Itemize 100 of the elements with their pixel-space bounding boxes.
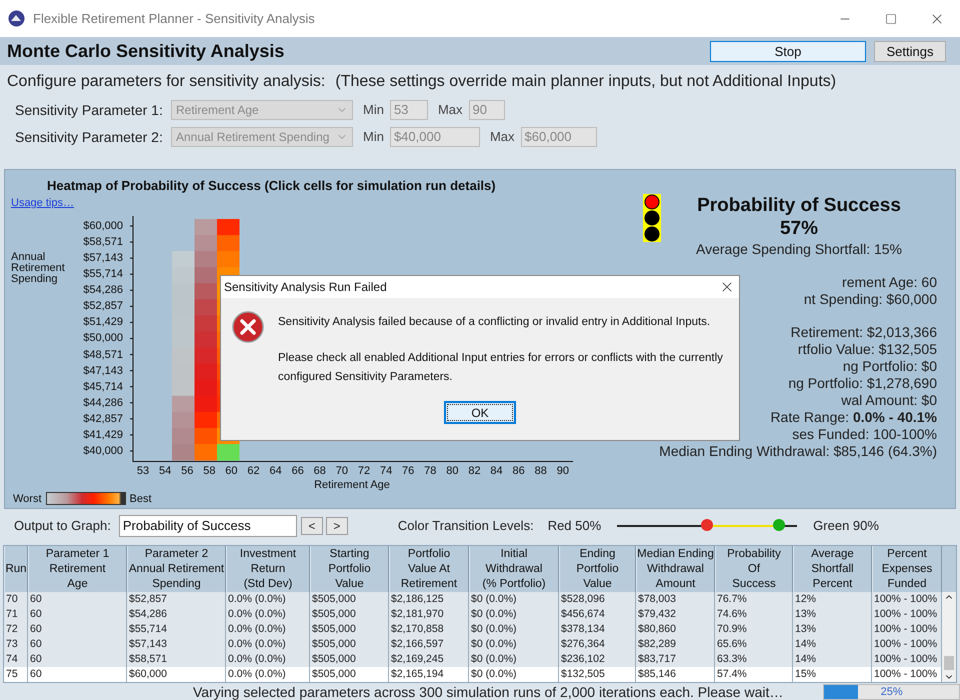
y-tick-label: $58,571 <box>83 235 123 250</box>
legend-high-label: Best <box>130 492 152 504</box>
previous-button[interactable]: < <box>300 516 323 534</box>
heatmap-cell[interactable] <box>172 444 194 461</box>
x-tick-label: 82 <box>467 465 482 477</box>
x-tick-label: 76 <box>401 465 416 477</box>
heatmap-cell[interactable] <box>194 219 217 236</box>
y-tick-label: $57,143 <box>83 251 123 266</box>
config-note: (These settings override main planner inputs, but not Additional Inputs) <box>335 73 836 91</box>
x-tick-label: 54 <box>158 465 172 477</box>
legend-low-label: Worst <box>13 492 42 504</box>
heatmap-cell[interactable] <box>194 380 217 396</box>
scrollbar[interactable] <box>942 592 956 682</box>
table-row[interactable]: 75 60 $60,000 0.0% (0.0%) $505,000 $2,165,194 $0 (0.0%) $132,505 $85,146 57.4% 15% 100% - 100% <box>4 667 942 682</box>
table-row[interactable]: 71 60 $54,286 0.0% (0.0%) $505,000 $2,181,970 $0 (0.0%) $456,674 $79,432 74.6% 13% 100% - 100% <box>4 607 942 622</box>
heatmap-cell[interactable] <box>217 235 240 252</box>
x-tick-label: 86 <box>512 465 526 477</box>
settings-button[interactable]: Settings <box>874 40 946 62</box>
heatmap-cell[interactable] <box>194 235 217 252</box>
x-tick-label: 78 <box>423 465 438 477</box>
y-tick-label: $52,857 <box>83 299 123 314</box>
panel-title: Monte Carlo Sensitivity Analysis <box>7 40 284 62</box>
output-selector[interactable]: Probability of Success <box>118 514 297 536</box>
usage-tips-link[interactable]: Usage tips… <box>11 197 74 209</box>
heatmap-cell[interactable] <box>194 315 217 332</box>
y-tick-label: $44,286 <box>83 396 123 411</box>
stop-button[interactable]: Stop <box>710 40 866 62</box>
table-cell: $505,000 <box>310 667 389 682</box>
heatmap-cell[interactable] <box>194 332 217 348</box>
x-tick-label: 74 <box>378 465 394 477</box>
table-cell: 75 <box>4 667 28 682</box>
y-tick-label: $45,714 <box>83 380 123 395</box>
stat-line: nt Spending: $60,000 <box>804 291 937 308</box>
heatmap-cell[interactable] <box>172 267 194 284</box>
heatmap-cell[interactable] <box>194 251 217 268</box>
stat-line: Median Ending Withdrawal: $85,146 (64.3%) <box>659 443 937 460</box>
heatmap-cell[interactable] <box>172 332 194 348</box>
heatmap-cell[interactable] <box>194 267 217 284</box>
heatmap-cell[interactable] <box>194 412 217 428</box>
app-logo-icon <box>8 10 25 27</box>
stat-line: Retirement: $2,013,366 <box>790 324 937 341</box>
y-tick-label: $55,714 <box>83 267 123 282</box>
heatmap-cell[interactable] <box>172 428 194 444</box>
progress-label: 25% <box>880 686 903 698</box>
scroll-thumb[interactable] <box>944 656 954 670</box>
x-tick-label: 84 <box>489 465 504 477</box>
heatmap-cell[interactable] <box>172 396 194 412</box>
heatmap-cell[interactable] <box>194 348 217 364</box>
table-row[interactable]: 70 60 $52,857 0.0% (0.0%) $505,000 $2,186,125 $0 (0.0%) $528,096 $78,003 76.7% 12% 100% - 100% <box>4 592 942 607</box>
heatmap-cell[interactable] <box>194 299 217 316</box>
heatmap-cell[interactable] <box>172 380 194 396</box>
slider-thumb[interactable] <box>773 518 786 530</box>
heatmap-cell[interactable] <box>172 251 194 268</box>
min-label: Min <box>363 129 384 144</box>
heatmap-cell[interactable] <box>194 444 217 461</box>
y-tick-label: $40,000 <box>83 444 123 459</box>
y-tick-label: $60,000 <box>83 219 123 234</box>
heatmap-cell[interactable] <box>172 348 194 364</box>
heatmap-cell[interactable] <box>172 412 194 428</box>
maximize-icon[interactable] <box>885 12 897 24</box>
y-tick-label: $50,000 <box>83 331 123 346</box>
parameter-label: Sensitivity Parameter 2: <box>15 128 164 144</box>
heatmap-cell[interactable] <box>217 219 240 236</box>
stat-line: ses Funded: 100-100% <box>792 426 937 443</box>
y-tick-label: $51,429 <box>83 315 123 330</box>
heatmap-cell[interactable] <box>194 283 217 300</box>
levels-label: Color Transition Levels: <box>398 518 534 533</box>
table-cell: $132,505 <box>559 667 636 682</box>
threshold-low-label: Red 50% <box>548 518 602 533</box>
heatmap-cell[interactable] <box>217 444 240 461</box>
stat-line: rement Age: 60 <box>842 274 937 291</box>
heatmap-title: Heatmap of Probability of Success (Click cells for simulation run details) <box>47 178 497 193</box>
slider-thumb[interactable] <box>701 518 714 530</box>
result-title: Probability of Success <box>697 194 901 217</box>
traffic-light-icon <box>643 194 661 242</box>
y-tick-label: $47,143 <box>83 364 123 379</box>
x-tick-label: 88 <box>534 465 548 477</box>
heatmap-cell[interactable] <box>194 396 217 412</box>
stat-line: rtfolio Value: $132,505 <box>798 341 937 358</box>
x-tick-label: 53 <box>136 465 150 477</box>
ok-button[interactable]: OK <box>444 401 516 424</box>
heatmap-cell[interactable] <box>194 428 217 444</box>
heatmap-cell[interactable] <box>217 251 240 268</box>
y-tick-label: $41,429 <box>83 428 123 443</box>
heatmap-cell[interactable] <box>194 364 217 380</box>
config-intro: Configure parameters for sensitivity analysis: <box>7 73 326 91</box>
x-tick-label: 90 <box>556 465 570 477</box>
min-label: Min <box>363 102 384 117</box>
table-row[interactable]: 73 60 $57,143 0.0% (0.0%) $505,000 $2,166,597 $0 (0.0%) $276,364 $82,289 65.6% 14% 100% - 100% <box>4 637 942 652</box>
table-row[interactable]: 74 60 $58,571 0.0% (0.0%) $505,000 $2,169,245 $0 (0.0%) $236,102 $83,717 63.3% 14% 100% - 100% <box>4 652 942 667</box>
y-tick-label: $42,857 <box>83 412 123 427</box>
result-value: 57% <box>780 217 818 240</box>
next-button[interactable]: > <box>326 516 348 534</box>
stat-line: ng Portfolio: $1,278,690 <box>788 375 937 392</box>
x-tick-label: 70 <box>334 465 350 477</box>
table-row[interactable]: 72 60 $55,714 0.0% (0.0%) $505,000 $2,170,858 $0 (0.0%) $378,134 $80,860 70.9% 13% 100% - 100% <box>4 622 942 637</box>
stat-line: wal Amount: $0 <box>841 392 937 409</box>
dialog-title: Sensitivity Analysis Run Failed <box>224 280 387 294</box>
table-cell: $85,146 <box>636 667 715 682</box>
x-axis-label: Retirement Age <box>314 479 390 491</box>
